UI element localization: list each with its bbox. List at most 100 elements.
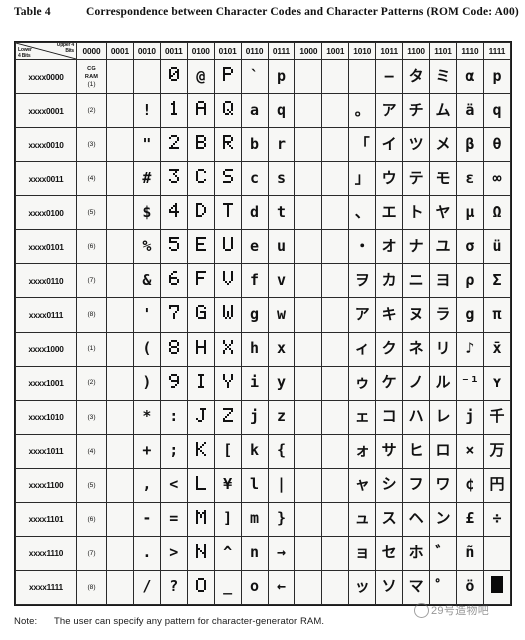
glyph-cell-1011-xxxx0000: — <box>375 58 404 95</box>
table-header-row: Upper 4 Bits Lower 4 Bits 0000 0001 0010 0011… <box>15 42 512 60</box>
glyph-cell-0111-xxxx0010: r <box>267 127 296 163</box>
row-header-xxxx0000: xxxx0000 <box>15 58 77 95</box>
column-header-1100: 1100 <box>402 42 431 60</box>
glyph-cell-1101-xxxx1011: ロ <box>429 433 457 469</box>
solid-block-glyph <box>490 576 503 594</box>
table-title: Table 4 Correspondence between Character … <box>14 6 519 26</box>
glyph-cell-0011-xxxx0001 <box>159 93 188 129</box>
glyph-cell-1010-xxxx0110: ヲ <box>348 263 377 299</box>
table-row: xxxx0010 (3) " b r 「イツメ β θ <box>15 127 512 163</box>
glyph-cell-0100-xxxx1111 <box>186 569 215 606</box>
table-note: Note: The user can specify any pattern fo… <box>14 616 324 627</box>
glyph-cell-0011-xxxx1110: > <box>159 535 188 571</box>
glyph-cell-1110-xxxx1011: × <box>455 433 484 469</box>
table-row: xxxx1110 (7). > ^ n → ョセホ゛ ñ <box>15 535 512 571</box>
glyph-cell-1010-xxxx1100: ャ <box>348 467 377 503</box>
glyph-cell-0110-xxxx1111: o <box>240 569 269 606</box>
glyph-cell-1000-xxxx0011 <box>294 161 323 197</box>
glyph-cell-0011-xxxx0101 <box>159 229 188 265</box>
glyph-cell-0111-xxxx1011: { <box>267 433 296 469</box>
glyph-cell-1010-xxxx1111: ッ <box>348 569 377 606</box>
glyph-cell-0110-xxxx0110: f <box>240 263 269 299</box>
glyph-cell-0001-xxxx0100 <box>106 195 134 231</box>
glyph-cell-1011-xxxx1100: シ <box>375 467 404 503</box>
glyph-cell-0011-xxxx0011 <box>159 161 188 197</box>
table-row: xxxx1001 (2)) i y ゥケノル ⁻¹ ʏ <box>15 365 512 401</box>
glyph-cell-0101-xxxx0001 <box>213 93 242 129</box>
glyph-cell-1100-xxxx0010: ツ <box>402 127 431 163</box>
glyph-cell-1011-xxxx1000: ク <box>375 331 404 367</box>
character-table-grid: Upper 4 Bits Lower 4 Bits 0000 0001 0010 0011… <box>15 42 512 606</box>
table-row: xxxx1000 (1) (h x ィクネリ ♪ x̄ <box>15 331 512 367</box>
row-header-xxxx0110: xxxx0110 <box>15 263 77 299</box>
glyph-cell-1110-xxxx0011: ε <box>455 161 484 197</box>
glyph-cell-0010-xxxx1101: - <box>132 501 161 537</box>
column-header-1110: 1110 <box>455 42 484 60</box>
glyph-cell-0111-xxxx0100: t <box>267 195 296 231</box>
glyph-cell-0100-xxxx0101 <box>186 229 215 265</box>
glyph-cell-1011-xxxx0001: ア <box>375 93 404 129</box>
table-row: xxxx0111 (8) ' g w アキヌラ g π <box>15 297 512 333</box>
glyph-cell-1011-xxxx1010: コ <box>375 399 404 435</box>
glyph-cell-0101-xxxx0000 <box>213 58 242 95</box>
glyph-cell-1011-xxxx0110: カ <box>375 263 404 299</box>
glyph-cell-1101-xxxx0101: ユ <box>429 229 457 265</box>
glyph-cell-1100-xxxx0110: ニ <box>402 263 431 299</box>
glyph-cell-1110-xxxx1100: ¢ <box>455 467 484 503</box>
glyph-cell-1111-xxxx1010: 千 <box>482 399 512 435</box>
note-label: Note: <box>14 616 38 627</box>
glyph-cell-0010-xxxx0100: $ <box>132 195 161 231</box>
glyph-cell-0111-xxxx1100: | <box>267 467 296 503</box>
column-header-0011: 0011 <box>159 42 188 60</box>
cgram-cell-9: (2) <box>76 365 107 401</box>
glyph-cell-0110-xxxx0100: d <box>240 195 269 231</box>
cgram-cell-5: (6) <box>76 229 107 265</box>
glyph-cell-1100-xxxx1000: ネ <box>402 331 431 367</box>
glyph-cell-1100-xxxx0100: ト <box>402 195 431 231</box>
glyph-cell-1010-xxxx0101: ・ <box>348 229 377 265</box>
glyph-cell-0100-xxxx1100 <box>186 467 215 503</box>
glyph-cell-0100-xxxx0001 <box>186 93 215 129</box>
glyph-cell-1101-xxxx0100: ヤ <box>429 195 457 231</box>
glyph-cell-1100-xxxx0111: ヌ <box>402 297 431 333</box>
glyph-cell-0101-xxxx1001 <box>213 365 242 401</box>
glyph-cell-0001-xxxx0101 <box>106 229 134 265</box>
glyph-cell-1001-xxxx1110 <box>321 535 350 571</box>
glyph-cell-1101-xxxx0011: モ <box>429 161 457 197</box>
glyph-cell-1111-xxxx0100: Ω <box>482 195 512 231</box>
glyph-cell-0111-xxxx1101: } <box>267 501 296 537</box>
glyph-cell-1010-xxxx0100: 、 <box>348 195 377 231</box>
glyph-cell-1110-xxxx1101: £ <box>455 501 484 537</box>
glyph-cell-1000-xxxx1111 <box>294 569 323 606</box>
glyph-cell-0010-xxxx0011: # <box>132 161 161 197</box>
row-header-xxxx1100: xxxx1100 <box>15 467 77 503</box>
glyph-cell-1101-xxxx0001: ム <box>429 93 457 129</box>
cgram-cell-7: (8) <box>76 297 107 333</box>
glyph-cell-1110-xxxx0001: ä <box>455 93 484 129</box>
row-header-xxxx0001: xxxx0001 <box>15 93 77 129</box>
glyph-cell-1010-xxxx1000: ィ <box>348 331 377 367</box>
glyph-cell-1001-xxxx0100 <box>321 195 350 231</box>
character-code-table: Upper 4 Bits Lower 4 Bits 0000 0001 0010 0011… <box>14 41 512 606</box>
glyph-cell-1000-xxxx1110 <box>294 535 323 571</box>
glyph-cell-0010-xxxx1110: . <box>132 535 161 571</box>
glyph-cell-1000-xxxx0000 <box>294 58 323 95</box>
glyph-cell-0001-xxxx0011 <box>106 161 134 197</box>
glyph-cell-1101-xxxx1000: リ <box>429 331 457 367</box>
glyph-cell-0110-xxxx0001: a <box>240 93 269 129</box>
row-header-xxxx0111: xxxx0111 <box>15 297 77 333</box>
glyph-cell-0110-xxxx1110: n <box>240 535 269 571</box>
column-header-1011: 1011 <box>375 42 404 60</box>
glyph-cell-0111-xxxx0011: s <box>267 161 296 197</box>
row-header-xxxx0010: xxxx0010 <box>15 127 77 163</box>
glyph-cell-0111-xxxx1001: y <box>267 365 296 401</box>
watermark-logo-icon <box>414 602 429 618</box>
column-header-1000: 1000 <box>294 42 323 60</box>
row-header-xxxx0011: xxxx0011 <box>15 161 77 197</box>
glyph-cell-0111-xxxx0101: u <box>267 229 296 265</box>
glyph-cell-1001-xxxx0101 <box>321 229 350 265</box>
row-header-xxxx0100: xxxx0100 <box>15 195 77 231</box>
glyph-cell-0001-xxxx1110 <box>106 535 134 571</box>
glyph-cell-1101-xxxx0000: ミ <box>429 58 457 95</box>
glyph-cell-0110-xxxx1001: i <box>240 365 269 401</box>
